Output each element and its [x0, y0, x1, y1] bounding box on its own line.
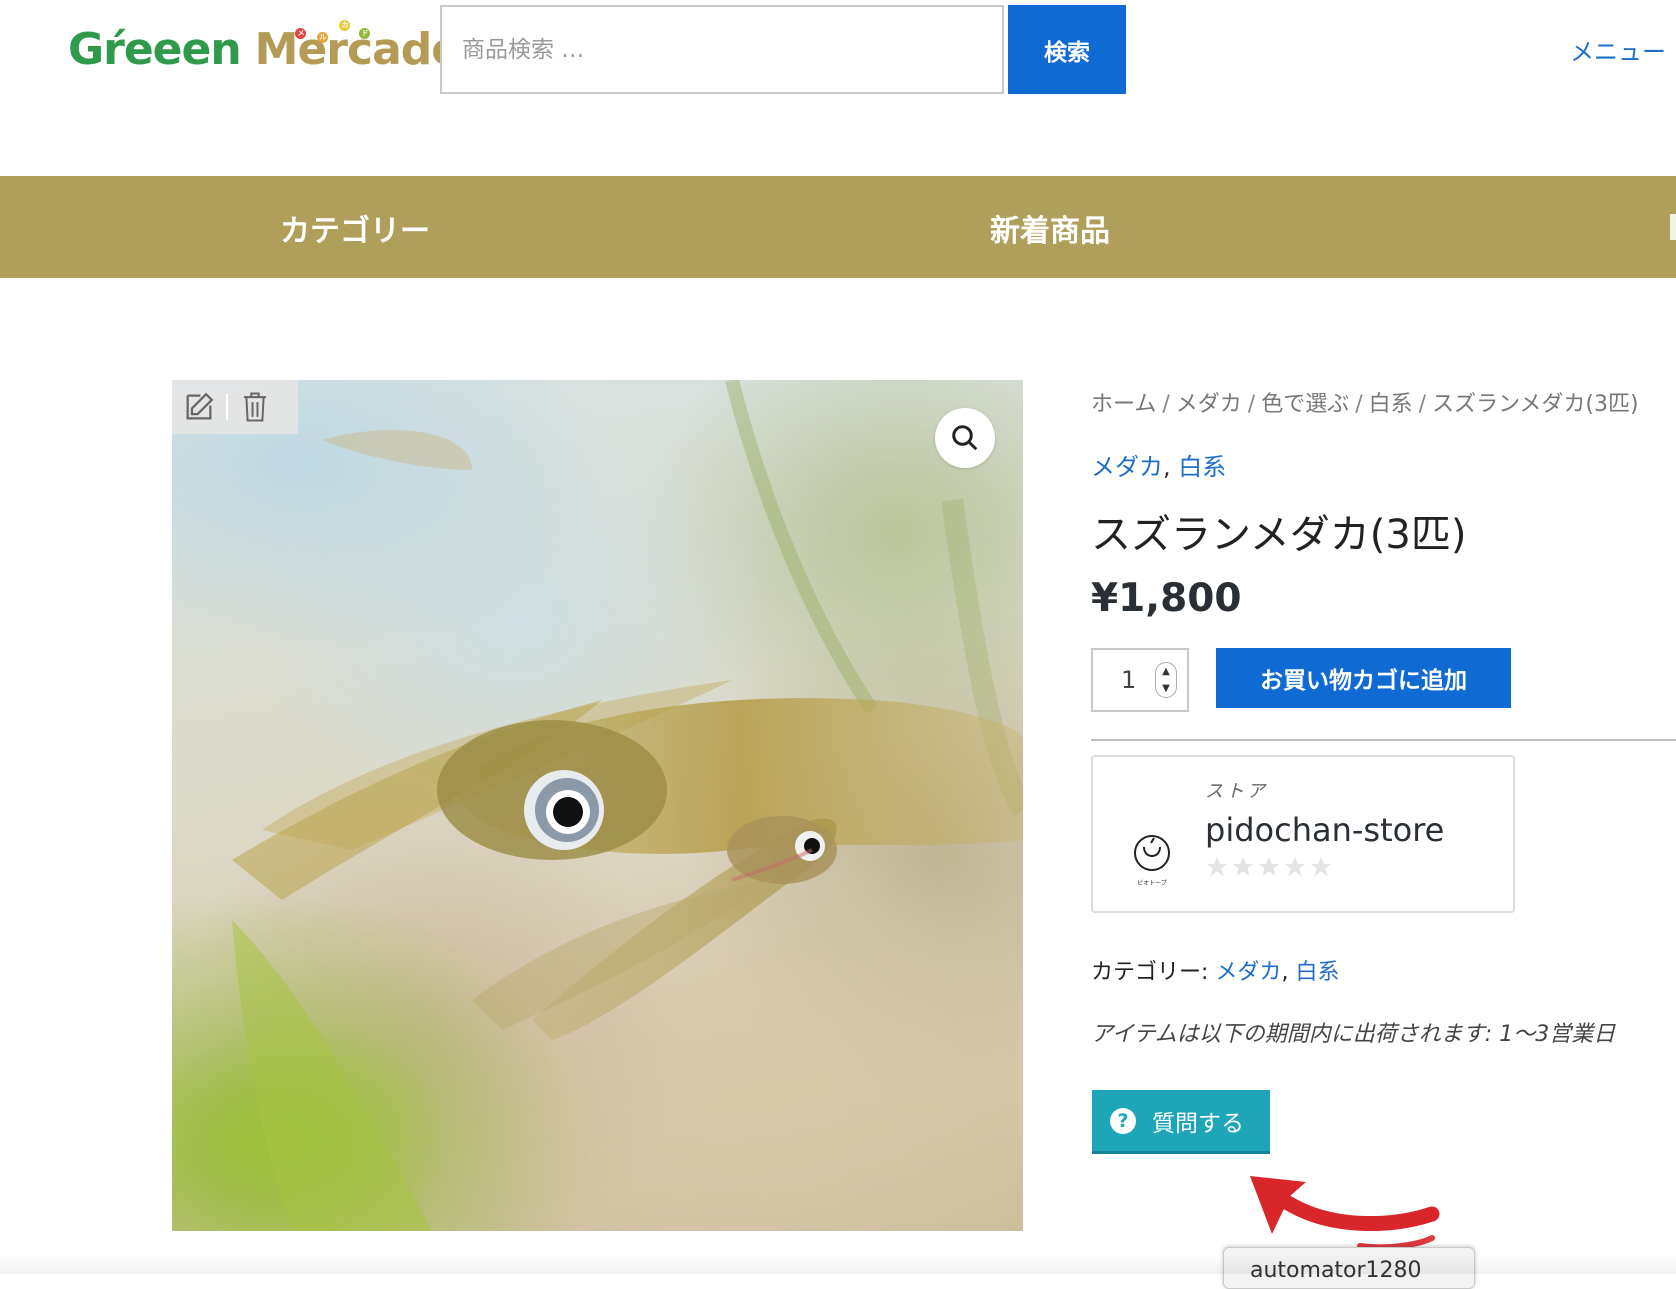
- logo-dot-ka: カ: [339, 20, 350, 31]
- category-meta-label: カテゴリー:: [1091, 960, 1209, 985]
- category-meta-link-white[interactable]: 白系: [1295, 960, 1339, 985]
- main-nav: カテゴリー 新着商品: [0, 176, 1676, 278]
- star-icon: [1233, 857, 1253, 876]
- product-image[interactable]: [172, 380, 1023, 1231]
- breadcrumb-medaka[interactable]: メダカ: [1176, 392, 1242, 417]
- store-rating: [1205, 855, 1333, 879]
- quantity-value[interactable]: 1: [1121, 666, 1136, 694]
- product-title: スズランメダカ(3匹): [1091, 512, 1467, 558]
- quantity-spin-buttons[interactable]: ▲ ▼: [1155, 662, 1177, 698]
- bottom-shade: [0, 1254, 1676, 1274]
- nav-item-new-products[interactable]: 新着商品: [990, 206, 1110, 250]
- logo-dot-do: ド: [359, 28, 370, 39]
- search-button[interactable]: 検索: [1008, 5, 1126, 94]
- search-input[interactable]: [442, 7, 1002, 92]
- nav-overflow-edge: [1670, 214, 1676, 240]
- star-icon: [1285, 857, 1305, 876]
- breadcrumb: ホーム / メダカ / 色で選ぶ / 白系 / スズランメダカ(3匹): [1091, 392, 1639, 417]
- edit-icon[interactable]: [172, 380, 226, 434]
- logo-dot-ru: ル: [317, 32, 328, 43]
- zoom-icon[interactable]: [935, 408, 995, 468]
- logo-ruby-dots: メ ル カ ド: [295, 20, 385, 43]
- add-to-cart-button[interactable]: お買い物カゴに追加: [1216, 648, 1511, 708]
- store-card[interactable]: ピオトープ ストア pidochan-store: [1091, 755, 1515, 913]
- divider: [1091, 739, 1676, 741]
- image-toolbar: [172, 380, 298, 434]
- product-category-links: メダカ, 白系: [1091, 453, 1227, 481]
- fish-illustration: [172, 380, 1023, 1231]
- star-icon: [1259, 857, 1279, 876]
- menu-link[interactable]: メニュー: [1570, 32, 1666, 67]
- star-icon: [1207, 857, 1227, 876]
- logo-dot-me: メ: [295, 28, 306, 39]
- trash-icon[interactable]: [228, 380, 282, 434]
- shipping-note: アイテムは以下の期間内に出荷されます: 1〜3営業日: [1091, 1022, 1616, 1047]
- store-logo[interactable]: ピオトープ: [1129, 829, 1175, 889]
- breadcrumb-by-color[interactable]: 色で選ぶ: [1261, 392, 1349, 417]
- category-meta-link-medaka[interactable]: メダカ: [1215, 960, 1281, 985]
- star-icon: [1311, 857, 1331, 876]
- category-meta: カテゴリー: メダカ, 白系: [1091, 960, 1340, 985]
- chevron-down-icon[interactable]: ▼: [1156, 680, 1176, 697]
- nav-item-categories[interactable]: カテゴリー: [280, 206, 430, 250]
- breadcrumb-white[interactable]: 白系: [1369, 392, 1413, 417]
- category-link-medaka[interactable]: メダカ: [1091, 453, 1163, 481]
- ask-question-button[interactable]: ? 質問する: [1092, 1090, 1270, 1154]
- chevron-up-icon[interactable]: ▲: [1156, 663, 1176, 680]
- breadcrumb-home[interactable]: ホーム: [1091, 392, 1156, 417]
- logo-text-green: Gŕeeen: [68, 24, 242, 75]
- search-field[interactable]: [440, 5, 1004, 94]
- store-label: ストア: [1205, 781, 1268, 802]
- store-logo-caption: ピオトープ: [1137, 880, 1167, 887]
- product-price: ¥1,800: [1091, 576, 1242, 621]
- quantity-stepper[interactable]: 1 ▲ ▼: [1091, 648, 1189, 712]
- ask-question-label: 質問する: [1152, 1110, 1244, 1137]
- store-name[interactable]: pidochan-store: [1205, 811, 1444, 849]
- question-icon: ?: [1110, 1107, 1136, 1134]
- site-logo[interactable]: Gŕeeen Mercado メ ル カ ド: [68, 20, 461, 80]
- category-link-white[interactable]: 白系: [1178, 453, 1226, 481]
- breadcrumb-current: スズランメダカ(3匹): [1432, 392, 1639, 417]
